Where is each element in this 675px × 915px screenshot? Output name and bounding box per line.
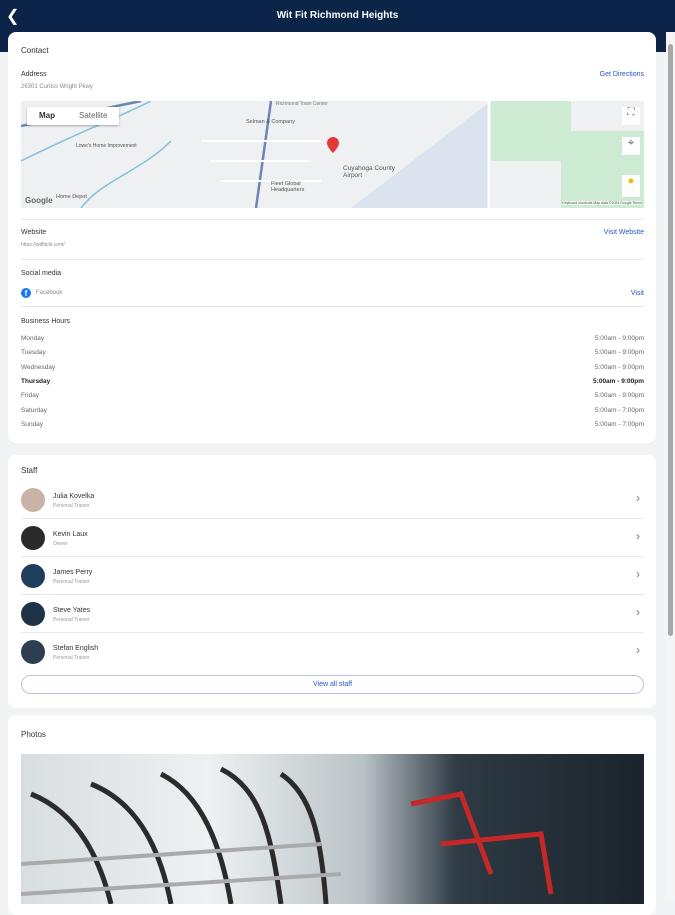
staff-card: Staff Julia Kovelka Personal Trainer › K… [8,455,656,708]
staff-role: Personal Trainer [53,655,90,661]
staff-role: Owner [53,541,68,547]
hours-day: Monday [21,335,45,342]
map-footer: Keyboard shortcuts Map data ©2024 Google… [562,201,642,205]
hours-day: Saturday [21,406,48,414]
hours-day: Wednesday [21,363,56,371]
facebook-icon: f [21,288,31,298]
staff-name: Kevin Laux [53,531,88,538]
divider [21,306,644,307]
website-label: Website [21,229,47,236]
staff-heading: Staff [21,466,38,475]
get-directions-link[interactable]: Get Directions [600,71,644,78]
hours-time: 5:00am - 7:00pm [594,406,644,414]
business-hours-label: Business Hours [21,318,71,325]
gym-photo[interactable] [21,754,644,904]
photos-card: Photos [8,715,656,915]
hours-time: 5:00am - 9:00pm [593,377,644,385]
chevron-right-icon: › [636,529,640,543]
address-label: Address [21,71,47,78]
hours-day: Sunday [21,420,44,428]
view-all-staff-button[interactable]: View all staff [21,675,644,694]
visit-facebook-link[interactable]: Visit [631,290,644,297]
avatar [21,526,45,550]
staff-role: Personal Trainer [53,503,90,509]
photos-heading: Photos [21,730,46,739]
chevron-right-icon: › [636,605,640,619]
staff-name: James Perry [53,569,93,576]
staff-role: Personal Trainer [53,617,90,623]
map-label: Richmond Town Center [276,101,328,107]
hours-time: 5:00am - 9:00pm [594,335,644,342]
map-label: Fleet Global Headquarters [271,181,305,193]
google-logo: Google [25,196,53,205]
avatar [21,640,45,664]
map-label: Selman & Company [246,119,295,125]
hours-time: 5:00am - 9:00pm [594,349,644,357]
staff-list-item[interactable]: Stefan English Personal Trainer › [21,633,644,671]
chevron-right-icon: › [636,643,640,657]
staff-list-item[interactable]: Julia Kovelka Personal Trainer › [21,481,644,519]
map-type-toggle: Map Satellite [27,107,120,125]
map[interactable]: Map Satellite Selman & Company Cuyahoga … [21,101,644,208]
hours-day: Friday [21,392,40,400]
staff-list-item[interactable]: James Perry Personal Trainer › [21,557,644,595]
chevron-right-icon: › [636,567,640,581]
divider [21,259,644,260]
avatar [21,488,45,512]
social-media-label: Social media [21,270,62,277]
contact-card: Contact Address 26301 Curtiss Wright Pkw… [8,32,656,443]
staff-name: Julia Kovelka [53,493,95,500]
staff-role: Personal Trainer [53,579,90,585]
hours-time: 5:00am - 9:00pm [594,363,644,371]
contact-heading: Contact [21,46,49,55]
avatar [21,564,45,588]
map-label: Cuyahoga County Airport [343,165,396,179]
staff-list-item[interactable]: Kevin Laux Owner › [21,519,644,557]
recenter-icon[interactable]: ⌖ [622,137,640,155]
staff-name: Steve Yates [53,607,91,614]
map-label: Lowe's Home Improvement [76,143,137,149]
scrollbar[interactable] [666,32,675,900]
hours-time: 5:00am - 9:00pm [594,392,644,400]
scrollbar-thumb[interactable] [668,44,673,636]
visit-website-link[interactable]: Visit Website [604,229,644,236]
address-value: 26301 Curtiss Wright Pkwy [21,84,93,90]
hours-day: Thursday [21,377,51,385]
staff-list-item[interactable]: Steve Yates Personal Trainer › [21,595,644,633]
satellite-tab[interactable]: Satellite [67,107,119,125]
fullscreen-icon[interactable]: ⛶ [622,107,640,125]
facebook-label: Facebook [36,290,63,296]
map-tab[interactable]: Map [27,107,67,125]
website-url: https://witfitcle.com/ [21,242,65,248]
staff-name: Stefan English [53,645,99,652]
avatar [21,602,45,626]
hours-time: 5:00am - 7:00pm [594,420,644,428]
divider [21,219,644,220]
chevron-right-icon: › [636,491,640,505]
map-label: Home Depot [56,194,87,200]
page-title: Wit Fit Richmond Heights [276,10,399,21]
pegman-icon[interactable]: ● [622,175,640,197]
hours-day: Tuesday [21,349,46,357]
photo-graphic [21,766,554,904]
